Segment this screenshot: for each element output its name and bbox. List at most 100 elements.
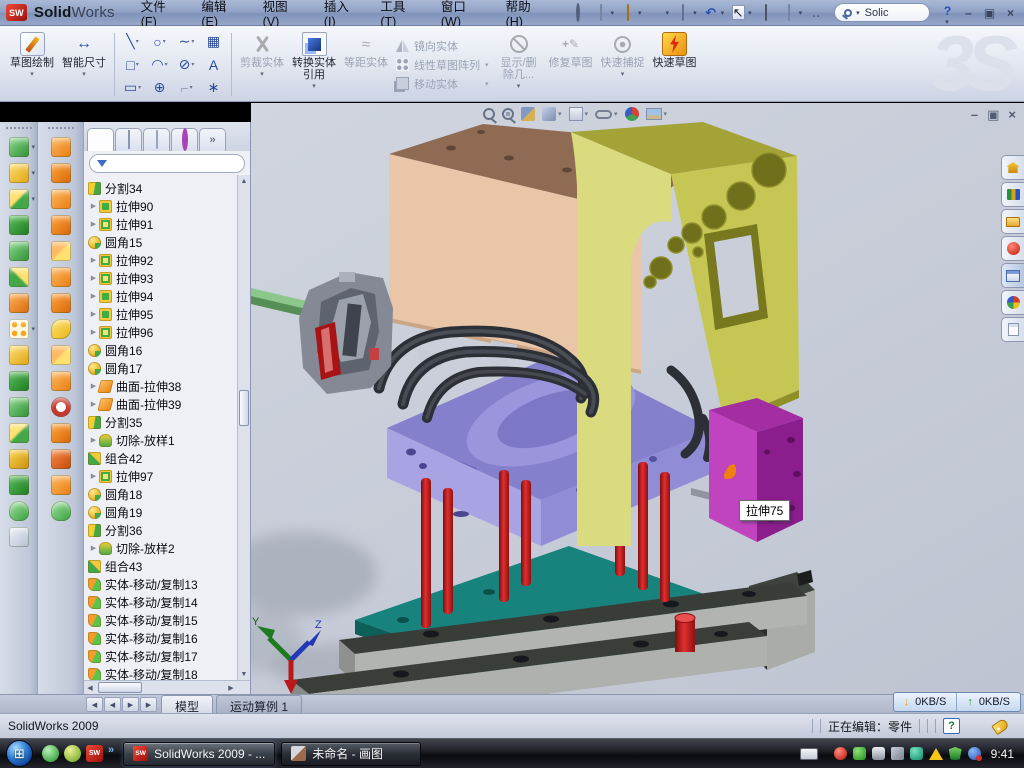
tree-item[interactable]: ▶ 拉伸97 xyxy=(88,467,236,485)
pin-icon[interactable] xyxy=(568,3,588,22)
tree-item[interactable]: ▶ 圆角15 xyxy=(88,233,236,251)
display-style-icon[interactable]: ▾ xyxy=(569,107,589,121)
zoom-fit-icon[interactable]: ▾ xyxy=(483,108,495,120)
feature-tool-icon[interactable] xyxy=(9,293,29,313)
toolbar-grip[interactable] xyxy=(48,127,74,131)
sketch-entity-icon[interactable]: ⌐ ▾ xyxy=(173,76,200,99)
expand-arrow-icon[interactable]: ▶ xyxy=(88,544,99,552)
dropdown-arrow-icon[interactable]: ▾ xyxy=(312,82,316,90)
command-button[interactable]: 智能尺寸 ▾ xyxy=(58,28,110,101)
dropdown-arrow-icon[interactable]: ▾ xyxy=(30,70,34,78)
custom-properties-tab[interactable] xyxy=(1001,317,1024,342)
search-results-tab[interactable] xyxy=(1001,236,1024,261)
sketch-entity-icon[interactable]: ⊕ ▾ xyxy=(146,76,173,99)
mold-tool-icon[interactable] xyxy=(51,423,71,443)
tree-item[interactable]: ▶ 实体-移动/复制13 xyxy=(88,575,236,593)
expand-arrow-icon[interactable]: ▶ xyxy=(88,256,99,264)
section-view-icon[interactable]: ▾ xyxy=(521,107,535,121)
mold-tool-icon[interactable] xyxy=(51,215,71,235)
command-button[interactable]: 等距实体 ▾ xyxy=(340,28,392,101)
dropdown-arrow-icon[interactable]: ▾ xyxy=(31,325,35,333)
sketch-entity-icon[interactable]: ╲ ▾ xyxy=(119,30,146,53)
feature-tool-icon[interactable] xyxy=(9,319,29,339)
tab-nav-button[interactable]: ◀ xyxy=(86,697,103,712)
expand-arrow-icon[interactable]: ▶ xyxy=(88,328,99,336)
command-button[interactable]: 转换实体引用 ▾ xyxy=(288,28,340,101)
mold-tool-icon[interactable] xyxy=(51,501,71,521)
clamp-assembly[interactable] xyxy=(299,272,393,394)
featuremanager-tab[interactable] xyxy=(87,128,114,151)
command-button[interactable]: 镜向实体 ▾ xyxy=(396,38,489,54)
tree-item[interactable]: ▶ 圆角19 xyxy=(88,503,236,521)
dropdown-arrow-icon[interactable]: ▾ xyxy=(585,110,589,118)
feature-tool-icon[interactable] xyxy=(9,527,29,547)
doc-restore-button[interactable]: ▣ xyxy=(987,108,999,122)
feature-tool-icon[interactable] xyxy=(9,371,29,391)
doc-close-button[interactable]: × xyxy=(1008,108,1016,122)
feature-tool-icon[interactable] xyxy=(9,423,29,443)
dropdown-arrow-icon[interactable]: ▾ xyxy=(693,9,697,17)
mold-tool-icon[interactable] xyxy=(51,267,71,287)
command-button[interactable]: 草图绘制 ▾ xyxy=(6,28,58,101)
sketch-entity-icon[interactable]: A ▾ xyxy=(200,53,227,76)
mold-tool-icon[interactable] xyxy=(51,319,71,339)
warning-tray-icon[interactable] xyxy=(929,748,943,760)
taskbar-clock[interactable]: 9:41 xyxy=(991,747,1014,761)
network-tray-icon[interactable] xyxy=(910,747,923,760)
expand-arrow-icon[interactable]: ▶ xyxy=(88,292,99,300)
expand-arrow-icon[interactable]: ▶ xyxy=(88,310,99,318)
dropdown-arrow-icon[interactable]: ▾ xyxy=(485,80,489,88)
mold-tool-icon[interactable] xyxy=(51,293,71,313)
dropdown-arrow-icon[interactable]: ▾ xyxy=(748,9,752,17)
tree-item[interactable]: ▶ 拉伸92 xyxy=(88,251,236,269)
quicklaunch-overflow-icon[interactable]: » xyxy=(108,745,114,762)
propertymanager-tab[interactable] xyxy=(115,128,142,151)
tree-filter-input[interactable] xyxy=(89,154,245,173)
tree-item[interactable]: ▶ 分割36 xyxy=(88,521,236,539)
tree-item[interactable]: ▶ 拉伸94 xyxy=(88,287,236,305)
dropdown-arrow-icon[interactable]: ▾ xyxy=(611,9,615,17)
mold-tool-icon[interactable] xyxy=(51,163,71,183)
dropdown-arrow-icon[interactable]: ▾ xyxy=(82,70,86,78)
dropdown-arrow-icon[interactable]: ▾ xyxy=(664,110,668,118)
dropdown-arrow-icon[interactable]: ▾ xyxy=(666,9,670,17)
sketch-entity-icon[interactable]: ▭ ▾ xyxy=(119,76,146,99)
tree-item[interactable]: ▶ 组合43 xyxy=(88,557,236,575)
tree-item[interactable]: ▶ 曲面-拉伸39 xyxy=(88,395,236,413)
open-icon[interactable] xyxy=(618,3,638,22)
command-button[interactable]: 显示/删除几... ▾ xyxy=(493,28,545,101)
rebuild-icon[interactable] xyxy=(756,3,776,22)
tree-item[interactable]: ▶ 实体-移动/复制17 xyxy=(88,647,236,665)
zoom-area-icon[interactable]: ▾ xyxy=(502,108,514,120)
scrollbar-thumb[interactable] xyxy=(239,390,249,426)
tree-vertical-scrollbar[interactable]: ▲ ▼ xyxy=(237,175,250,680)
tree-item[interactable]: ▶ 实体-移动/复制16 xyxy=(88,629,236,647)
taskbar-window-button[interactable]: 未命名 - 画图 xyxy=(281,742,421,766)
feature-tool-icon[interactable] xyxy=(9,397,29,417)
mold-tool-icon[interactable] xyxy=(51,345,71,365)
messenger-quicklaunch-icon[interactable] xyxy=(42,745,59,762)
keyboard-layout-icon[interactable] xyxy=(800,748,818,760)
fm-overflow-tab[interactable]: » xyxy=(199,128,226,151)
design-library-tab[interactable] xyxy=(1001,182,1024,207)
dropdown-arrow-icon[interactable]: ▾ xyxy=(31,169,35,177)
volume-tray-icon[interactable] xyxy=(891,747,904,760)
command-button[interactable]: 快速草图 ▾ xyxy=(649,28,701,101)
mold-tool-icon[interactable] xyxy=(51,241,71,261)
sketch-entity-icon[interactable]: ∼ ▾ xyxy=(173,30,200,53)
start-button[interactable]: ⊞ xyxy=(6,740,33,767)
hide-show-items-icon[interactable]: ▾ xyxy=(595,110,618,119)
mold-tool-icon[interactable] xyxy=(51,371,71,391)
options-icon[interactable] xyxy=(779,3,799,22)
mold-tool-icon[interactable] xyxy=(51,137,71,157)
feature-tool-icon[interactable] xyxy=(9,163,29,183)
scroll-right-icon[interactable]: ▶ xyxy=(225,682,237,694)
dropdown-arrow-icon[interactable]: ▾ xyxy=(638,9,642,17)
scroll-left-icon[interactable]: ◀ xyxy=(84,682,96,694)
tree-item[interactable]: ▶ 圆角18 xyxy=(88,485,236,503)
model-tab[interactable]: 模型 xyxy=(161,695,213,713)
feature-tool-icon[interactable] xyxy=(9,267,29,287)
tag-icon[interactable] xyxy=(991,717,1010,735)
apply-scene-icon[interactable]: ▾ xyxy=(646,108,668,120)
tree-item[interactable]: ▶ 拉伸91 xyxy=(88,215,236,233)
